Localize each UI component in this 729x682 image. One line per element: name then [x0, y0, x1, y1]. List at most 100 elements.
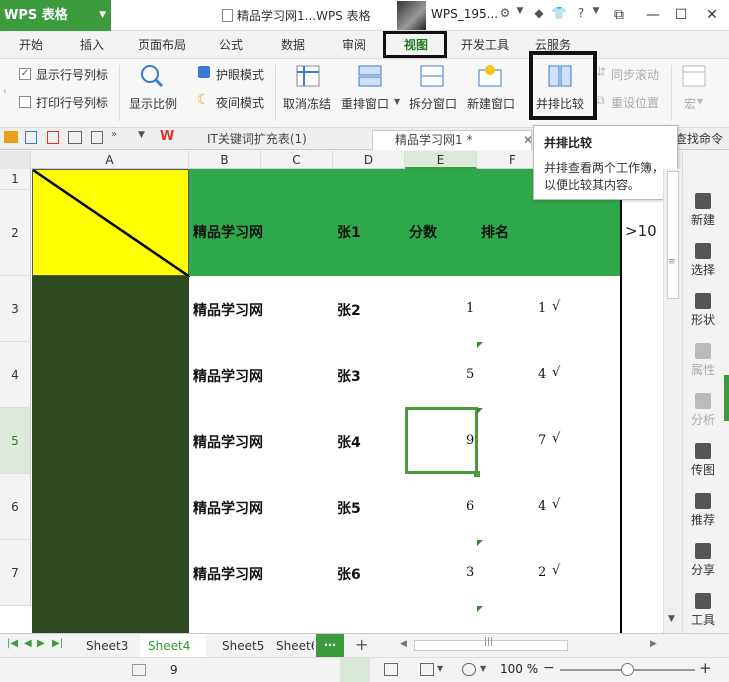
cell-f4[interactable]: 4	[538, 367, 546, 382]
help-icon[interactable]: ?	[573, 6, 589, 20]
vertical-scrollbar[interactable]: ≡ ▼	[663, 169, 682, 633]
more-sheets-icon[interactable]: ⋯	[316, 634, 344, 658]
scroll-down-icon[interactable]: ▼	[668, 614, 675, 624]
reset-position-button[interactable]: 重设位置	[611, 94, 659, 111]
show-zoom-button[interactable]: 显示比例	[129, 95, 177, 112]
macro-button[interactable]: 宏	[684, 95, 696, 112]
prev-sheet-icon[interactable]: ◀	[24, 638, 32, 649]
col-header-c[interactable]: C	[261, 151, 333, 169]
panel-share[interactable]: 分享	[683, 543, 723, 578]
chevron-down-icon[interactable]: ▼	[588, 6, 604, 16]
tab-developer[interactable]: 开发工具	[461, 36, 509, 53]
tab-home[interactable]: 开始	[19, 36, 43, 53]
cell-e2[interactable]: 分数	[409, 222, 437, 242]
col-header-a[interactable]: A	[31, 151, 189, 169]
row-header-6[interactable]: 6	[0, 474, 31, 540]
cell-d2[interactable]: 张1	[337, 222, 361, 242]
print-preview-icon[interactable]	[91, 131, 103, 144]
new-window-button[interactable]: 新建窗口	[467, 95, 515, 112]
chevron-down-icon[interactable]: ▼	[138, 130, 145, 140]
eye-mode-button[interactable]: 护眼模式	[216, 66, 264, 83]
folder-icon[interactable]	[4, 131, 18, 143]
row-header-3[interactable]: 3	[0, 276, 31, 342]
cell-e7[interactable]: 3	[466, 565, 474, 580]
zoom-slider-thumb[interactable]	[621, 663, 634, 676]
cell-e4[interactable]: 5	[466, 367, 474, 382]
panel-recommend[interactable]: 推荐	[683, 493, 723, 528]
cell-b5[interactable]: 精品学习网	[193, 432, 263, 452]
tab-page-layout[interactable]: 页面布局	[138, 36, 186, 53]
cell-b7[interactable]: 精品学习网	[193, 564, 263, 584]
first-sheet-icon[interactable]: |◀	[7, 638, 18, 649]
zoom-in-icon[interactable]: +	[699, 659, 712, 677]
add-sheet-icon[interactable]: +	[355, 635, 368, 654]
cell-b3[interactable]: 精品学习网	[193, 300, 263, 320]
tab-insert[interactable]: 插入	[80, 36, 104, 53]
cell-e3[interactable]: 1	[466, 301, 474, 316]
normal-view-icon[interactable]	[340, 658, 370, 682]
row-header-4[interactable]: 4	[0, 342, 31, 408]
app-menu-button[interactable]: WPS 表格 ▼	[0, 0, 111, 31]
col-header-b[interactable]: B	[189, 151, 261, 169]
cell-b2[interactable]: 精品学习网	[193, 222, 263, 242]
panel-properties[interactable]: 属性	[683, 343, 723, 378]
row-header-5[interactable]: 5	[0, 408, 31, 474]
panel-analysis[interactable]: 分析	[683, 393, 723, 428]
doc-tab-current[interactable]: 精品学习网1 * ✕	[372, 130, 533, 150]
show-rowcol-checkbox[interactable]: ✓	[19, 68, 31, 80]
sheet-tab-sheet4[interactable]: Sheet4	[140, 634, 206, 658]
panel-shape[interactable]: 形状	[683, 293, 723, 328]
select-all[interactable]	[0, 151, 31, 169]
scroll-right-icon[interactable]: ▶	[650, 639, 657, 649]
panel-tools[interactable]: 工具	[683, 593, 723, 628]
restore-icon[interactable]: ⧉	[608, 4, 630, 26]
zoom-out-icon[interactable]: −	[543, 660, 555, 676]
shirt-icon[interactable]: 👕	[551, 6, 567, 20]
split-button[interactable]: 拆分窗口	[409, 95, 457, 112]
chevron-down-icon[interactable]: ▼	[480, 664, 486, 673]
cell-a1-diagonal[interactable]	[32, 169, 190, 277]
sheet-tab-sheet5[interactable]: Sheet5	[214, 634, 272, 658]
cell-f7[interactable]: 2	[538, 565, 546, 580]
skin-icon[interactable]: ◆	[531, 6, 547, 20]
pdf-icon[interactable]	[47, 131, 59, 144]
night-mode-button[interactable]: 夜间模式	[216, 94, 264, 111]
fill-handle[interactable]	[474, 471, 480, 477]
col-header-d[interactable]: D	[333, 151, 405, 169]
maximize-button[interactable]: ☐	[670, 4, 692, 26]
row-header-2[interactable]: 2	[0, 190, 31, 276]
print-icon[interactable]	[68, 131, 82, 144]
print-rowcol-checkbox[interactable]	[19, 96, 31, 108]
row-header-7[interactable]: 7	[0, 540, 31, 606]
rearrange-button[interactable]: 重排窗口	[341, 95, 389, 112]
scroll-left-icon[interactable]: ◀	[400, 639, 407, 649]
tab-formula[interactable]: 公式	[219, 36, 243, 53]
row-header-1[interactable]: 1	[0, 169, 31, 190]
tab-data[interactable]: 数据	[281, 36, 305, 53]
cell-f2[interactable]: 排名	[481, 222, 509, 242]
more-icon[interactable]: »	[111, 129, 117, 140]
cell-b6[interactable]: 精品学习网	[193, 498, 263, 518]
sheet-tab-sheet3[interactable]: Sheet3	[78, 634, 136, 658]
next-sheet-icon[interactable]: ▶	[37, 638, 45, 649]
save-icon[interactable]	[25, 131, 37, 144]
cell-d6[interactable]: 张5	[337, 498, 361, 518]
cell-b4[interactable]: 精品学习网	[193, 366, 263, 386]
cell-d4[interactable]: 张3	[337, 366, 361, 386]
cell-f6[interactable]: 4	[538, 499, 546, 514]
tab-review[interactable]: 审阅	[342, 36, 366, 53]
cell-f3[interactable]: 1	[538, 301, 546, 316]
sync-scroll-button[interactable]: 同步滚动	[611, 66, 659, 83]
doc-tab-keywords[interactable]: IT关键词扩充表(1)	[185, 130, 365, 150]
unfreeze-button[interactable]: 取消冻结	[283, 95, 331, 112]
panel-new[interactable]: 新建	[683, 193, 723, 228]
cell-h2[interactable]: >10	[625, 222, 657, 240]
panel-collapse-handle[interactable]	[724, 375, 729, 421]
col-header-e[interactable]: E	[405, 151, 477, 169]
user-settings-icon[interactable]: ⚙	[497, 6, 513, 20]
eye-protect-icon[interactable]	[462, 663, 476, 676]
minimize-button[interactable]: —	[642, 4, 664, 26]
close-button[interactable]: ✕	[701, 4, 723, 26]
close-icon[interactable]: ✕	[523, 131, 533, 149]
page-break-view-icon[interactable]	[384, 663, 398, 676]
